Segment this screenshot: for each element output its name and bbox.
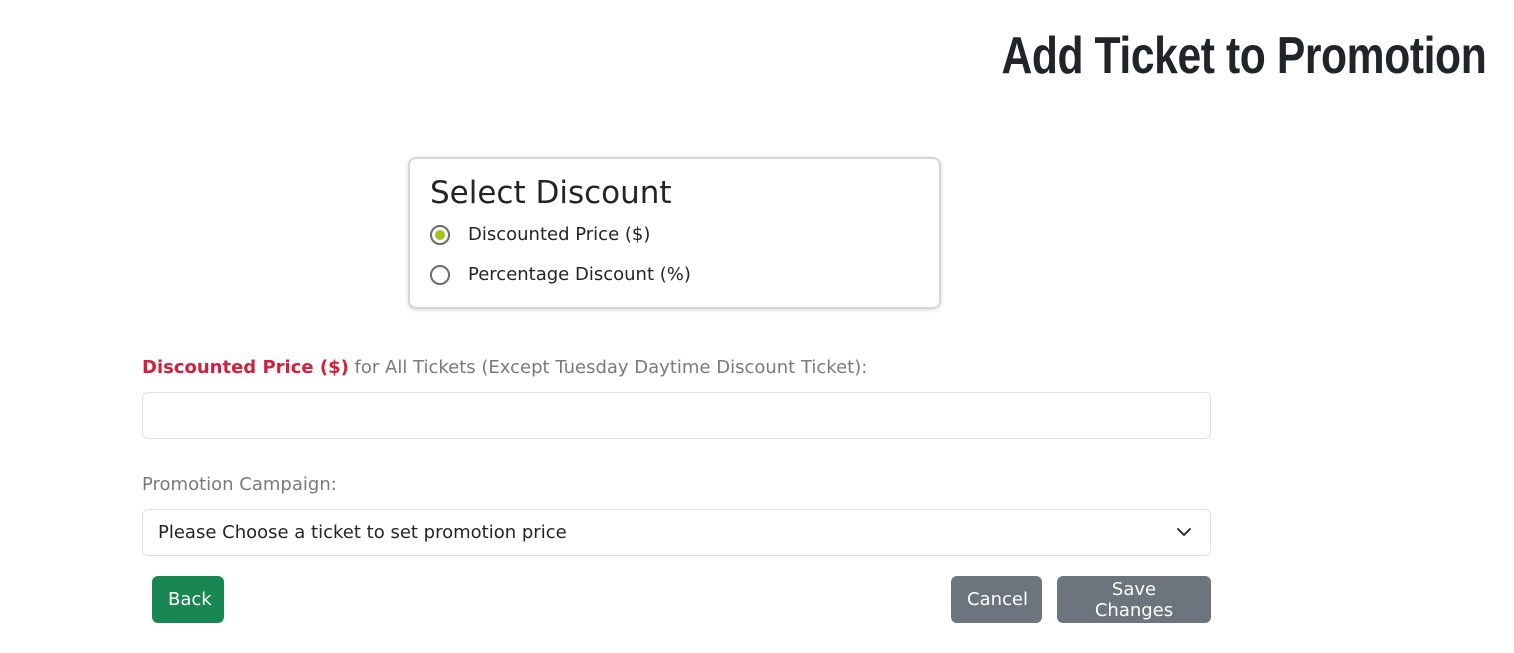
radio-option-discounted-price[interactable]: Discounted Price ($) [430,223,650,247]
radio-button-percentage-discount[interactable] [430,265,450,285]
back-button[interactable]: Back [152,576,224,623]
radio-label-discounted-price: Discounted Price ($) [468,224,651,245]
price-field-label: Discounted Price ($) for All Tickets (Ex… [142,356,867,380]
price-field-label-rest: for All Tickets (Except Tuesday Daytime … [348,357,868,378]
cancel-button[interactable]: Cancel [951,576,1042,623]
chevron-down-icon [1177,528,1191,536]
discounted-price-input[interactable] [142,392,1211,439]
campaign-field-label: Promotion Campaign: [142,474,337,495]
radio-button-discounted-price[interactable] [430,225,450,245]
page: Add Ticket to Promotion Select Discount … [0,0,1514,653]
page-title: Add Ticket to Promotion [1001,27,1486,85]
promotion-campaign-select[interactable]: Please Choose a ticket to set promotion … [142,509,1211,556]
price-field-label-accent: Discounted Price ($) [142,357,349,378]
promotion-campaign-selected-value: Please Choose a ticket to set promotion … [158,522,567,543]
radio-label-percentage-discount: Percentage Discount (%) [468,264,691,285]
discount-selector-title: Select Discount [430,175,672,211]
discount-selector-card: Select Discount Discounted Price ($) Per… [408,157,941,309]
radio-option-percentage-discount[interactable]: Percentage Discount (%) [430,263,691,287]
save-changes-button[interactable]: Save Changes [1057,576,1211,623]
